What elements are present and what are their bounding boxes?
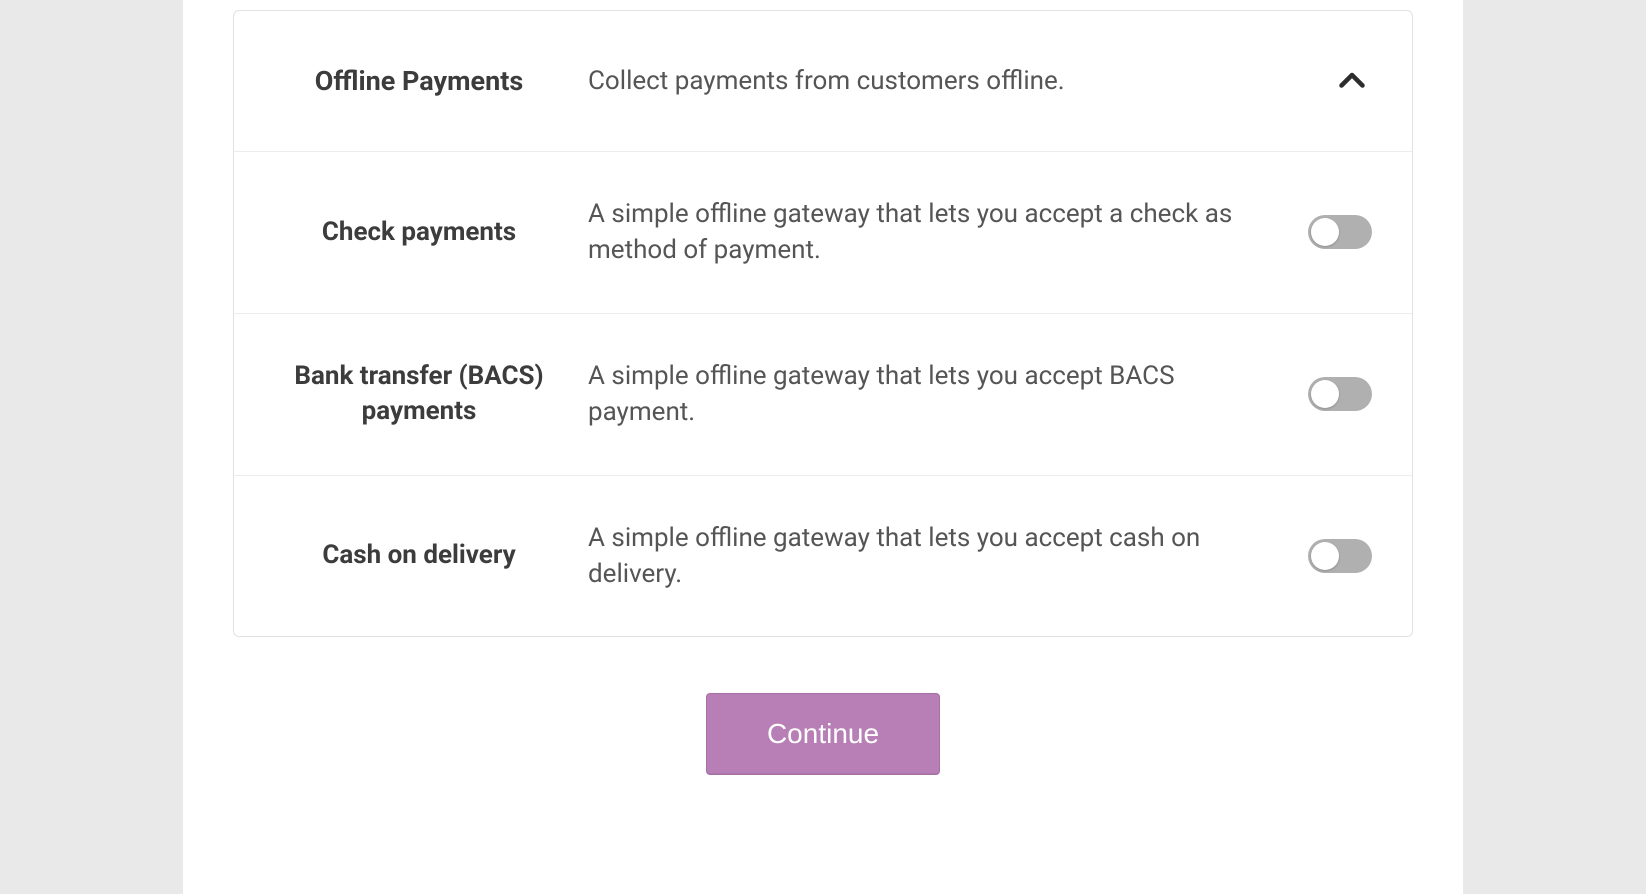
toggle-knob bbox=[1311, 542, 1339, 570]
offline-payments-panel: Offline Payments Collect payments from c… bbox=[233, 10, 1413, 637]
collapse-control bbox=[1292, 61, 1372, 101]
check-payments-title: Check payments bbox=[274, 215, 564, 250]
cod-payments-title: Cash on delivery bbox=[274, 538, 564, 573]
payment-option-check: Check payments A simple offline gateway … bbox=[234, 152, 1412, 314]
bacs-payments-toggle[interactable] bbox=[1308, 377, 1372, 411]
continue-button[interactable]: Continue bbox=[706, 693, 940, 775]
toggle-knob bbox=[1311, 380, 1339, 408]
cod-payments-description: A simple offline gateway that lets you a… bbox=[588, 520, 1268, 593]
offline-payments-description: Collect payments from customers offline. bbox=[588, 63, 1268, 99]
footer: Continue bbox=[183, 637, 1463, 775]
payment-option-bacs: Bank transfer (BACS) payments A simple o… bbox=[234, 314, 1412, 476]
page-background: Offline Payments Collect payments from c… bbox=[0, 0, 1646, 894]
payment-option-cod: Cash on delivery A simple offline gatewa… bbox=[234, 476, 1412, 637]
offline-payments-title: Offline Payments bbox=[274, 63, 564, 99]
cod-payments-toggle[interactable] bbox=[1308, 539, 1372, 573]
toggle-knob bbox=[1311, 218, 1339, 246]
chevron-up-icon[interactable] bbox=[1332, 61, 1372, 101]
page-card: Offline Payments Collect payments from c… bbox=[183, 0, 1463, 894]
bacs-payments-description: A simple offline gateway that lets you a… bbox=[588, 358, 1268, 431]
offline-payments-header[interactable]: Offline Payments Collect payments from c… bbox=[234, 11, 1412, 152]
check-payments-toggle[interactable] bbox=[1308, 215, 1372, 249]
bacs-payments-title: Bank transfer (BACS) payments bbox=[274, 359, 564, 429]
check-payments-description: A simple offline gateway that lets you a… bbox=[588, 196, 1268, 269]
